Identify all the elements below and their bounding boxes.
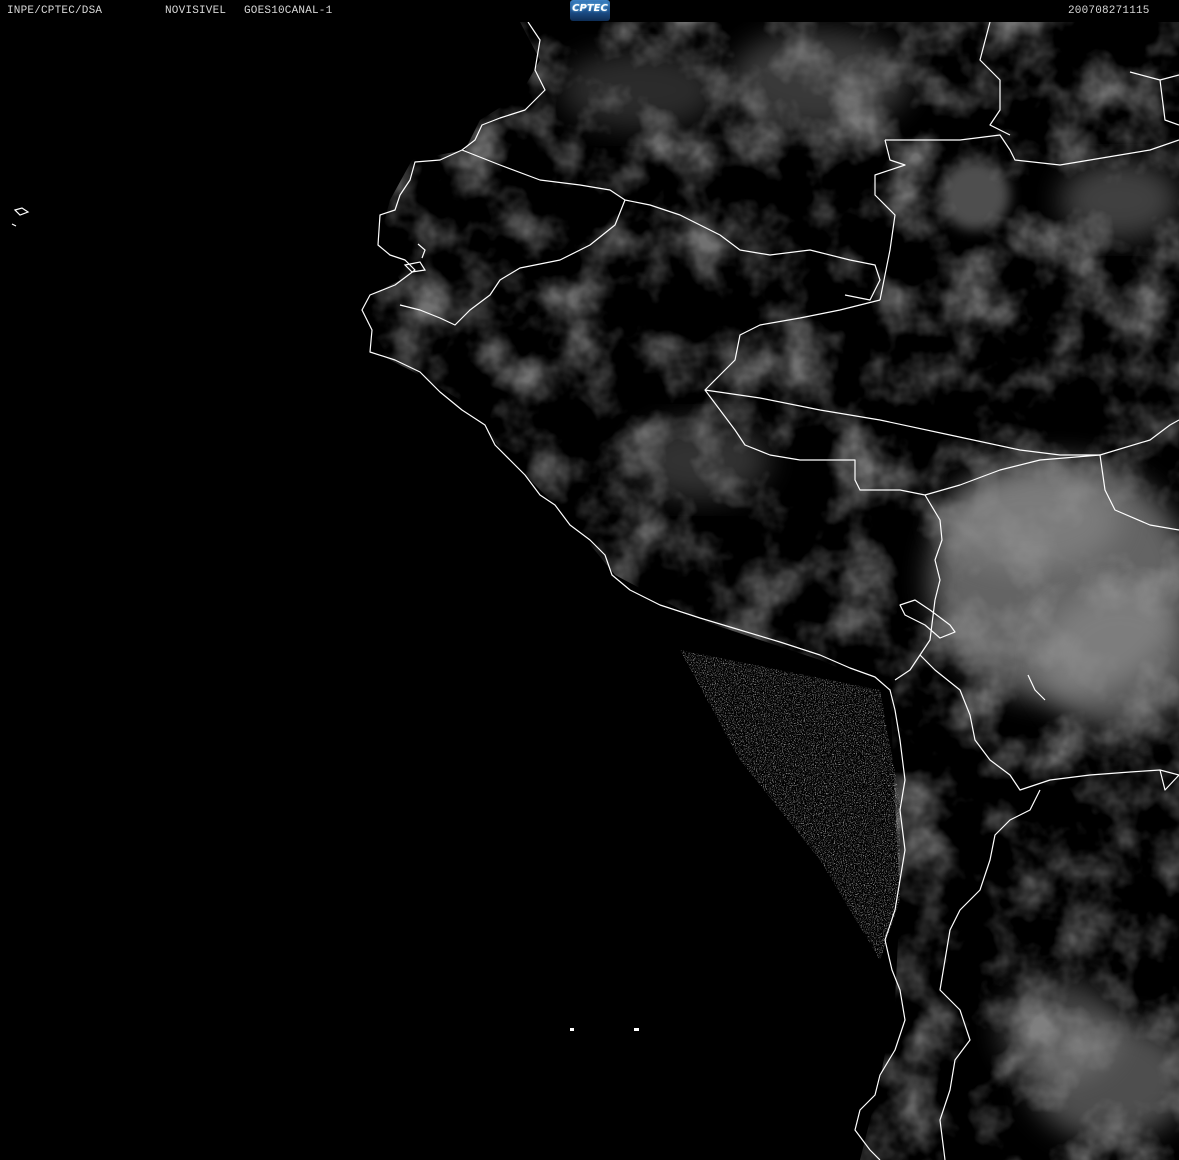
timestamp-label: 200708271115 xyxy=(1068,5,1150,17)
galapagos-islands xyxy=(11,207,30,227)
product-label: NOVISIVEL xyxy=(165,5,227,17)
organization-label: INPE/CPTEC/DSA xyxy=(7,5,103,17)
satellite-map xyxy=(11,22,1179,1160)
pacific-islands xyxy=(570,1028,639,1031)
ocean-stratus-field xyxy=(680,650,900,960)
cptec-logo: CPTEC xyxy=(570,0,610,21)
satellite-channel-label: GOES10CANAL-1 xyxy=(244,5,333,17)
logo-text: CPTEC xyxy=(572,3,608,14)
satellite-image-viewer: INPE/CPTEC/DSA NOVISIVEL GOES10CANAL-1 2… xyxy=(0,0,1179,1160)
